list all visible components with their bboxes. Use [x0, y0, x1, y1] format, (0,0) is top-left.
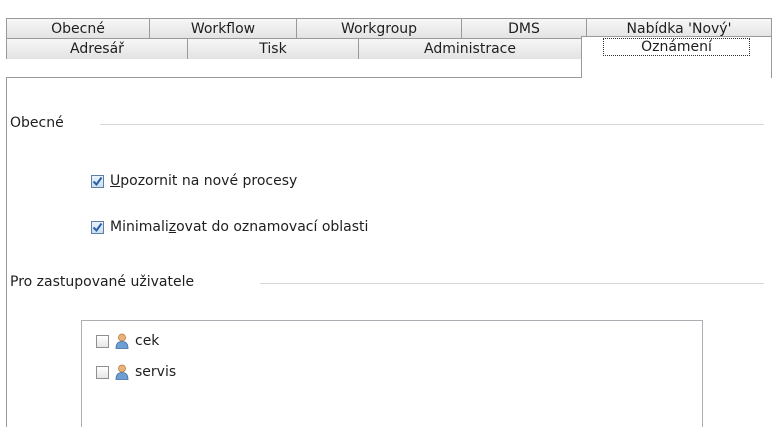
tab-adresar[interactable]: Adresář	[6, 38, 188, 59]
checkbox-unchecked[interactable]	[96, 334, 109, 348]
notify-new-processes-checkbox[interactable]: Upozornit na nové procesy	[91, 173, 297, 189]
tab-label: Workflow	[190, 21, 256, 37]
group-title-represented-users: Pro zastupované uživatele	[10, 274, 203, 290]
checkbox-label: Minimalizovat do oznamovací oblasti	[110, 219, 368, 235]
tab-workgroup[interactable]: Workgroup	[296, 18, 462, 38]
tab-label: Oznámení	[603, 38, 750, 56]
tab-administrace[interactable]: Administrace	[358, 38, 582, 59]
label-mnemonic: z	[168, 219, 177, 235]
tab-oznameni[interactable]: Oznámení	[581, 36, 772, 78]
tab-workflow[interactable]: Workflow	[149, 18, 297, 38]
panel-border-left	[6, 78, 7, 427]
checkbox-label: Upozornit na nové procesy	[110, 173, 297, 189]
group-divider	[260, 283, 764, 284]
check-icon	[92, 222, 103, 232]
tab-label: Administrace	[424, 41, 516, 57]
user-icon	[115, 333, 129, 349]
tab-nabidka-novy[interactable]: Nabídka 'Nový'	[586, 18, 772, 38]
tab-label: DMS	[508, 21, 540, 37]
check-icon	[92, 176, 103, 186]
user-name: servis	[135, 364, 177, 380]
label-mnemonic: U	[110, 173, 121, 189]
tab-label: Adresář	[70, 41, 124, 57]
user-icon	[115, 364, 129, 380]
label-part: ovat do oznamovací oblasti	[176, 219, 369, 235]
user-name: cek	[135, 333, 160, 349]
tab-label: Obecné	[51, 21, 105, 37]
checkbox-unchecked[interactable]	[96, 365, 109, 379]
minimize-to-tray-checkbox[interactable]: Minimalizovat do oznamovací oblasti	[91, 219, 368, 235]
checkbox-checked[interactable]	[91, 174, 104, 188]
tab-dms[interactable]: DMS	[461, 18, 587, 38]
checkbox-checked[interactable]	[91, 220, 104, 234]
group-divider	[100, 124, 764, 125]
list-item-user[interactable]: servis	[96, 364, 176, 380]
tab-label: Nabídka 'Nový'	[626, 21, 732, 37]
tab-tisk[interactable]: Tisk	[187, 38, 359, 59]
label-part: Minimali	[110, 219, 169, 235]
list-item-user[interactable]: cek	[96, 333, 159, 349]
tab-label: Tisk	[259, 41, 287, 57]
tab-strip: Obecné Workflow Workgroup DMS Nabídka 'N…	[0, 0, 772, 78]
label-part: pozornit na nové procesy	[120, 173, 298, 189]
tab-label: Workgroup	[340, 21, 418, 37]
tab-obecne[interactable]: Obecné	[6, 18, 150, 38]
group-title-obecne: Obecné	[10, 115, 72, 131]
represented-users-list[interactable]: cek servis	[81, 320, 703, 427]
